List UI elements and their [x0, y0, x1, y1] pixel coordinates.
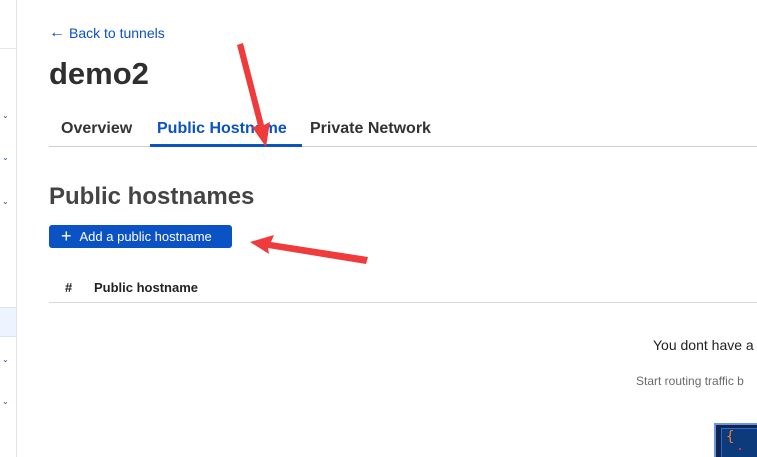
empty-state-subtitle: Start routing traffic b [636, 374, 744, 388]
page-title: demo2 [49, 56, 149, 91]
sidebar-divider [0, 48, 16, 49]
chevron-down-icon[interactable]: ⌄ [2, 112, 9, 120]
chevron-down-icon[interactable]: ⌄ [2, 356, 9, 364]
tunnel-details-page: ⌄ ⌄ ⌄ ⌄ ⌄ ← Back to tunnels demo2 Overvi… [0, 0, 757, 457]
chevron-down-icon[interactable]: ⌄ [2, 154, 9, 162]
add-public-hostname-button[interactable]: + Add a public hostname [49, 225, 232, 248]
column-public-hostname-header[interactable]: Public hostname [94, 280, 198, 295]
tunnel-tabs: Overview Public Hostname Private Network [49, 109, 757, 147]
tab-private-network[interactable]: Private Network [310, 120, 431, 138]
column-number-header[interactable]: # [65, 280, 72, 295]
empty-state-title: You dont have a [653, 337, 754, 353]
section-heading: Public hostnames [49, 183, 255, 210]
left-sidebar-collapsed: ⌄ ⌄ ⌄ ⌄ ⌄ [0, 0, 17, 457]
arrow-left-icon: ← [49, 24, 65, 41]
chevron-down-icon[interactable]: ⌄ [2, 398, 9, 406]
public-hostnames-table-header: # Public hostname [49, 271, 757, 303]
chevron-down-icon[interactable]: ⌄ [2, 198, 9, 206]
tab-public-hostname[interactable]: Public Hostname [157, 120, 287, 138]
code-window-dot [739, 448, 741, 450]
red-arrow-to-add-hostname-button [250, 235, 368, 264]
tab-overview[interactable]: Overview [61, 120, 132, 138]
code-brace-icon: { [726, 429, 735, 445]
active-tab-indicator [150, 144, 302, 147]
back-to-tunnels-link[interactable]: ← Back to tunnels [49, 24, 165, 42]
plus-icon: + [61, 226, 72, 246]
back-link-label: Back to tunnels [69, 25, 165, 41]
sidebar-selected-item[interactable] [0, 307, 16, 337]
add-button-label: Add a public hostname [79, 229, 212, 244]
